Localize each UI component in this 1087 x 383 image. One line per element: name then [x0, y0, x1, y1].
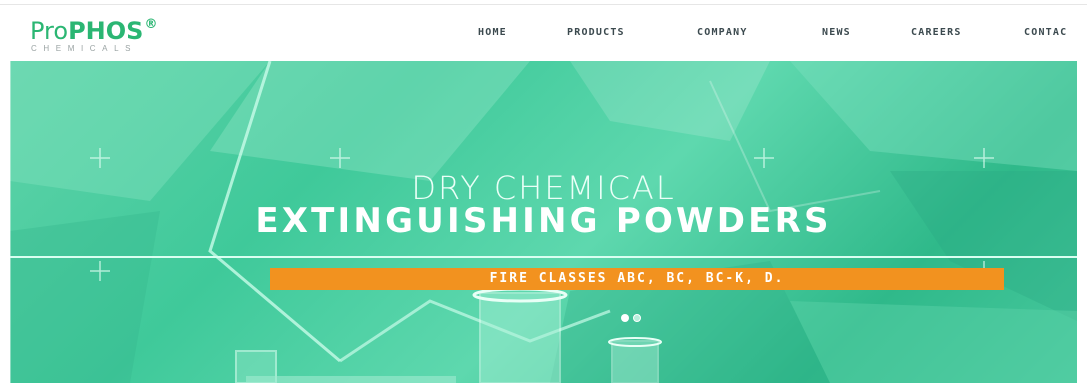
hero-headline-bold: EXTINGUISHING POWDERS	[255, 201, 832, 241]
nav-products[interactable]: PRODUCTS	[567, 27, 625, 38]
site-header: ProPHOS® CHEMICALS HOME PRODUCTS COMPANY…	[0, 5, 1087, 61]
fire-classes-banner: FIRE CLASSES ABC, BC, BC-K, D.	[270, 268, 1004, 290]
slide-dot-2[interactable]	[633, 314, 641, 322]
slide-dot-1[interactable]	[621, 314, 629, 322]
nav-company[interactable]: COMPANY	[697, 27, 748, 38]
nav-news[interactable]: NEWS	[822, 27, 851, 38]
main-nav: HOME PRODUCTS COMPANY NEWS CAREERS CONTA…	[0, 5, 1087, 61]
hero-slider: DRY CHEMICAL EXTINGUISHING POWDERS FIRE …	[10, 61, 1077, 383]
hero-divider	[10, 256, 1077, 258]
nav-contact[interactable]: CONTAC	[1024, 27, 1067, 38]
nav-careers[interactable]: CAREERS	[911, 27, 962, 38]
nav-home[interactable]: HOME	[478, 27, 507, 38]
